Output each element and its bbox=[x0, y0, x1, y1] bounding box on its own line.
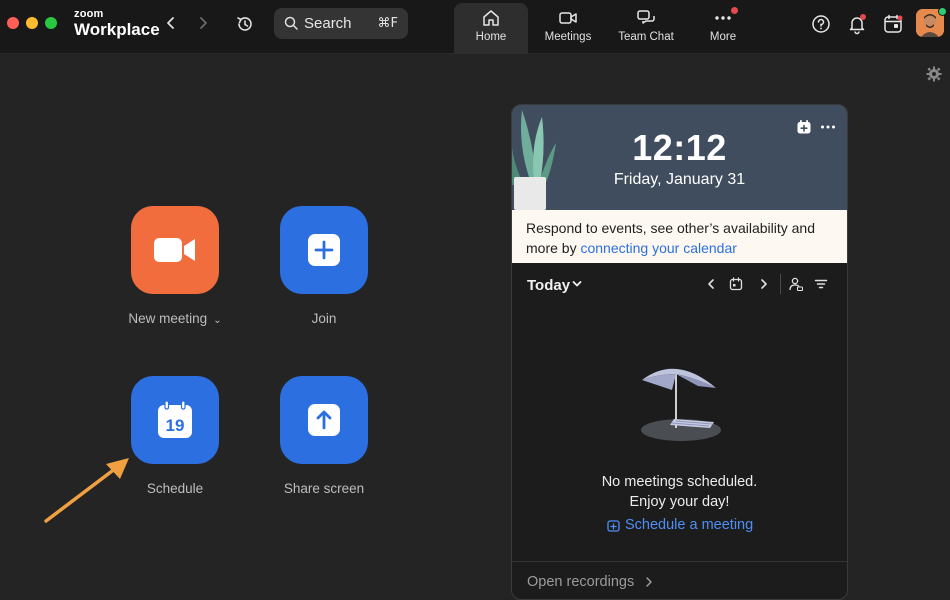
video-camera-icon bbox=[154, 238, 195, 262]
minimize-window-button[interactable] bbox=[26, 17, 38, 29]
tab-home-label: Home bbox=[475, 31, 507, 43]
user-availability-icon[interactable] bbox=[789, 277, 803, 291]
search-bar[interactable]: Search ⌘F bbox=[274, 8, 408, 39]
schedule-day-number: 19 bbox=[166, 416, 185, 435]
chat-bubbles-icon bbox=[637, 10, 655, 24]
search-label: Search bbox=[304, 15, 352, 32]
brand-top-text: zoom bbox=[74, 8, 104, 20]
online-status-indicator bbox=[938, 7, 947, 16]
join-label: Join bbox=[311, 311, 337, 326]
tab-more-label: More bbox=[709, 31, 737, 43]
app-logo: zoom Workplace bbox=[74, 8, 160, 39]
help-button[interactable] bbox=[810, 13, 832, 35]
today-dropdown[interactable]: Today bbox=[527, 277, 570, 294]
forward-button[interactable] bbox=[192, 12, 214, 34]
schedule-a-meeting-text: Schedule a meeting bbox=[625, 517, 754, 533]
tab-team-chat-label: Team Chat bbox=[618, 31, 674, 43]
open-recordings-label: Open recordings bbox=[527, 574, 635, 590]
annotation-arrow bbox=[44, 458, 129, 523]
search-shortcut: ⌘F bbox=[377, 16, 398, 31]
home-icon bbox=[483, 10, 499, 26]
chevron-down-icon[interactable]: ⌄ bbox=[213, 315, 221, 326]
notification-badge bbox=[731, 7, 738, 14]
toolbar-divider bbox=[780, 274, 781, 294]
schedule-button[interactable]: 19 bbox=[131, 376, 219, 464]
tab-home[interactable]: Home bbox=[454, 3, 528, 54]
chevron-right-icon bbox=[646, 577, 652, 587]
new-meeting-label[interactable]: New meeting ⌄ bbox=[105, 311, 245, 326]
notifications-button[interactable] bbox=[846, 13, 868, 35]
calendar-icon bbox=[884, 14, 903, 33]
chevron-right-icon[interactable] bbox=[757, 277, 771, 291]
history-icon bbox=[237, 17, 252, 31]
settings-button[interactable] bbox=[926, 66, 942, 82]
chevron-left-icon bbox=[167, 17, 174, 29]
share-screen-label: Share screen bbox=[283, 481, 365, 496]
back-button[interactable] bbox=[160, 12, 182, 34]
plus-icon bbox=[308, 234, 340, 266]
calendar-panel: 12:12 Friday, January 31 Respond to even… bbox=[511, 104, 848, 600]
current-date: Friday, January 31 bbox=[613, 171, 746, 188]
zoom-window-button[interactable] bbox=[45, 17, 57, 29]
new-meeting-label-text: New meeting bbox=[128, 311, 208, 326]
add-calendar-icon[interactable] bbox=[796, 119, 812, 135]
new-meeting-button[interactable] bbox=[131, 206, 219, 294]
open-recordings-button[interactable]: Open recordings bbox=[512, 561, 847, 599]
connect-calendar-link[interactable]: connecting your calendar bbox=[580, 240, 736, 256]
gear-icon bbox=[926, 66, 942, 82]
date-navigation-bar: Today bbox=[512, 263, 847, 305]
beach-umbrella-illustration bbox=[641, 368, 721, 441]
help-icon bbox=[812, 15, 830, 33]
tab-meetings[interactable]: Meetings bbox=[538, 3, 598, 51]
join-button[interactable] bbox=[280, 206, 368, 294]
calendar-picker-icon[interactable] bbox=[729, 277, 743, 291]
tab-meetings-label: Meetings bbox=[544, 31, 592, 43]
close-window-button[interactable] bbox=[7, 17, 19, 29]
tab-more[interactable]: More bbox=[700, 3, 746, 51]
more-options-icon[interactable] bbox=[820, 119, 836, 135]
history-button[interactable] bbox=[234, 13, 256, 35]
chevron-right-icon bbox=[200, 17, 207, 29]
share-screen-icon bbox=[308, 404, 340, 436]
share-screen-button[interactable] bbox=[280, 376, 368, 464]
video-camera-icon bbox=[559, 12, 577, 24]
connect-calendar-notice: Respond to events, see other’s availabil… bbox=[512, 210, 847, 263]
chevron-left-icon[interactable] bbox=[704, 277, 718, 291]
chevron-down-icon[interactable] bbox=[572, 279, 582, 289]
calendar-icon: 19 bbox=[158, 400, 192, 438]
panel-header: 12:12 Friday, January 31 bbox=[512, 105, 847, 210]
search-icon bbox=[284, 16, 298, 30]
tab-team-chat[interactable]: Team Chat bbox=[614, 3, 678, 51]
brand-main-text: Workplace bbox=[74, 20, 160, 39]
calendar-add-icon bbox=[607, 519, 620, 532]
filter-icon[interactable] bbox=[814, 277, 828, 291]
calendar-button[interactable] bbox=[882, 13, 904, 35]
title-bar: zoom Workplace Search ⌘F Home Meetings T… bbox=[0, 0, 950, 54]
bell-icon bbox=[849, 14, 866, 35]
empty-state-subtitle: Enjoy your day! bbox=[629, 494, 730, 510]
empty-state-title: No meetings scheduled. bbox=[601, 474, 758, 490]
schedule-a-meeting-link[interactable]: Schedule a meeting bbox=[607, 517, 753, 533]
